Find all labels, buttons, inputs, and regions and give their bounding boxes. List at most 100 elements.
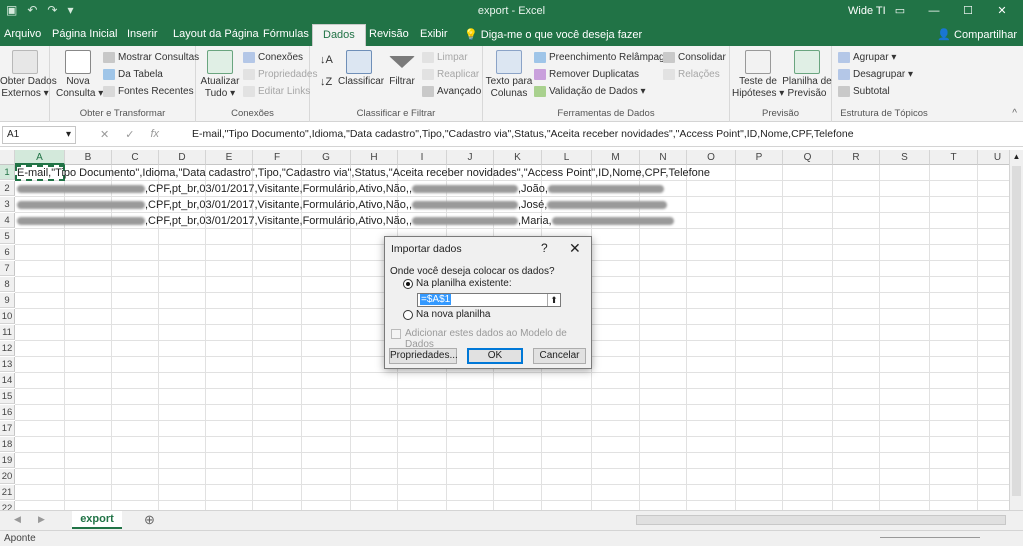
column-header-p[interactable]: P bbox=[736, 150, 783, 165]
row-header-8[interactable]: 8 bbox=[0, 277, 15, 292]
column-header-g[interactable]: G bbox=[302, 150, 351, 165]
remove-duplicates-button[interactable]: Remover Duplicatas bbox=[534, 69, 639, 80]
maximize-icon[interactable]: ☐ bbox=[951, 0, 985, 22]
select-all-corner[interactable] bbox=[0, 150, 15, 165]
formula-input[interactable]: E-mail,"Tipo Documento",Idioma,"Data cad… bbox=[192, 128, 854, 140]
column-header-r[interactable]: R bbox=[833, 150, 880, 165]
minimize-icon[interactable]: — bbox=[917, 0, 951, 22]
forecast-sheet-button[interactable]: Planilha de Previsão bbox=[782, 50, 832, 100]
row1-text[interactable]: E-mail,"Tipo Documento",Idioma,"Data cad… bbox=[17, 166, 710, 181]
row-header-11[interactable]: 11 bbox=[0, 325, 15, 340]
row-header-16[interactable]: 16 bbox=[0, 405, 15, 420]
advanced-button[interactable]: Avançado bbox=[422, 86, 481, 97]
row-header-13[interactable]: 13 bbox=[0, 357, 15, 372]
column-header-q[interactable]: Q bbox=[783, 150, 833, 165]
properties-button[interactable]: Propriedades bbox=[243, 69, 317, 80]
ribbon-display-icon[interactable]: ▭ bbox=[883, 0, 917, 22]
tab-exibir[interactable]: Exibir bbox=[420, 28, 448, 40]
name-box-dropdown-icon[interactable]: ▾ bbox=[66, 129, 71, 141]
column-header-j[interactable]: J bbox=[447, 150, 494, 165]
data-validation-button[interactable]: Validação de Dados ▾ bbox=[534, 86, 646, 97]
row-header-12[interactable]: 12 bbox=[0, 341, 15, 356]
collapse-ribbon-icon[interactable]: ^ bbox=[1012, 108, 1017, 119]
group-button[interactable]: Agrupar ▾ bbox=[838, 52, 896, 63]
row-header-2[interactable]: 2 bbox=[0, 181, 15, 196]
what-if-button[interactable]: Teste de Hipóteses ▾ bbox=[732, 50, 784, 100]
column-header-s[interactable]: S bbox=[880, 150, 930, 165]
zoom-slider[interactable] bbox=[880, 537, 980, 538]
row-header-4[interactable]: 4 bbox=[0, 213, 15, 228]
sort-za-button[interactable]: ↓Z bbox=[320, 76, 332, 88]
cancel-button[interactable]: Cancelar bbox=[533, 348, 586, 364]
row2-text[interactable]: ,CPF,pt_br,03/01/2017,Visitante,Formulár… bbox=[17, 182, 664, 197]
connections-button[interactable]: Conexões bbox=[243, 52, 303, 63]
row3-text[interactable]: ,CPF,pt_br,03/01/2017,Visitante,Formulár… bbox=[17, 198, 668, 213]
row-header-21[interactable]: 21 bbox=[0, 485, 15, 500]
radio-existing-sheet[interactable] bbox=[403, 279, 413, 289]
column-header-u[interactable]: U bbox=[978, 150, 1009, 165]
next-sheet-icon[interactable]: ▶ bbox=[38, 514, 45, 525]
column-header-e[interactable]: E bbox=[206, 150, 253, 165]
filter-button[interactable]: Filtrar bbox=[384, 50, 420, 88]
tab-layout[interactable]: Layout da Página bbox=[173, 28, 259, 40]
sort-az-button[interactable]: ↓A bbox=[320, 54, 333, 66]
row4-text[interactable]: ,CPF,pt_br,03/01/2017,Visitante,Formulár… bbox=[17, 214, 674, 229]
column-header-n[interactable]: N bbox=[640, 150, 687, 165]
add-to-model-checkbox[interactable] bbox=[391, 329, 401, 339]
row-header-9[interactable]: 9 bbox=[0, 293, 15, 308]
row-header-20[interactable]: 20 bbox=[0, 469, 15, 484]
row-header-1[interactable]: 1 bbox=[0, 165, 15, 180]
close-icon[interactable]: ✕ bbox=[985, 0, 1019, 22]
vertical-scrollbar[interactable]: ▲ bbox=[1009, 150, 1023, 510]
clear-filter-button[interactable]: Limpar bbox=[422, 52, 468, 63]
column-header-c[interactable]: C bbox=[112, 150, 159, 165]
ungroup-button[interactable]: Desagrupar ▾ bbox=[838, 69, 913, 80]
tab-arquivo[interactable]: Arquivo bbox=[4, 28, 41, 40]
recent-sources-button[interactable]: Fontes Recentes bbox=[103, 86, 194, 97]
row-header-10[interactable]: 10 bbox=[0, 309, 15, 324]
relationships-button[interactable]: Relações bbox=[663, 69, 720, 80]
enter-icon[interactable]: ✓ bbox=[125, 128, 134, 141]
column-header-a[interactable]: A bbox=[15, 150, 65, 165]
reference-input[interactable]: =$A$1 bbox=[417, 293, 561, 307]
row-header-7[interactable]: 7 bbox=[0, 261, 15, 276]
prev-sheet-icon[interactable]: ◀ bbox=[14, 514, 21, 525]
column-header-o[interactable]: O bbox=[687, 150, 736, 165]
row-header-6[interactable]: 6 bbox=[0, 245, 15, 260]
properties-dialog-button[interactable]: Propriedades... bbox=[389, 348, 458, 364]
tab-revisao[interactable]: Revisão bbox=[369, 28, 409, 40]
column-header-h[interactable]: H bbox=[351, 150, 398, 165]
tab-inserir[interactable]: Inserir bbox=[127, 28, 158, 40]
dialog-close-button[interactable]: ✕ bbox=[569, 240, 581, 257]
scroll-up-icon[interactable]: ▲ bbox=[1010, 150, 1023, 164]
row-header-5[interactable]: 5 bbox=[0, 229, 15, 244]
get-external-data-button[interactable]: Obter Dados Externos ▾ bbox=[0, 50, 57, 100]
add-sheet-icon[interactable]: ⊕ bbox=[144, 512, 155, 528]
row-header-3[interactable]: 3 bbox=[0, 197, 15, 212]
sheet-tab-export[interactable]: export bbox=[72, 511, 122, 529]
column-header-k[interactable]: K bbox=[494, 150, 542, 165]
text-to-columns-button[interactable]: Texto para Colunas bbox=[485, 50, 533, 100]
share-button[interactable]: 👤 Compartilhar bbox=[937, 28, 1017, 41]
column-header-m[interactable]: M bbox=[592, 150, 640, 165]
tab-formulas[interactable]: Fórmulas bbox=[263, 28, 309, 40]
user-name[interactable]: Wide TI bbox=[848, 5, 886, 17]
column-header-t[interactable]: T bbox=[930, 150, 978, 165]
edit-links-button[interactable]: Editar Links bbox=[243, 86, 310, 97]
row-header-19[interactable]: 19 bbox=[0, 453, 15, 468]
help-button[interactable]: ? bbox=[541, 241, 548, 255]
consolidate-button[interactable]: Consolidar bbox=[663, 52, 726, 63]
radio-new-sheet[interactable] bbox=[403, 310, 413, 320]
name-box[interactable]: A1 ▾ bbox=[2, 126, 76, 144]
column-header-f[interactable]: F bbox=[253, 150, 302, 165]
new-query-button[interactable]: Nova Consulta ▾ bbox=[56, 50, 103, 100]
row-header-14[interactable]: 14 bbox=[0, 373, 15, 388]
collapse-reference-icon[interactable]: ⬆ bbox=[547, 294, 560, 306]
row-header-18[interactable]: 18 bbox=[0, 437, 15, 452]
scroll-thumb[interactable] bbox=[1012, 166, 1021, 496]
row-header-17[interactable]: 17 bbox=[0, 421, 15, 436]
column-header-b[interactable]: B bbox=[65, 150, 112, 165]
subtotal-button[interactable]: Subtotal bbox=[838, 86, 890, 97]
radio-new-label[interactable]: Na nova planilha bbox=[416, 309, 491, 320]
row-header-15[interactable]: 15 bbox=[0, 389, 15, 404]
